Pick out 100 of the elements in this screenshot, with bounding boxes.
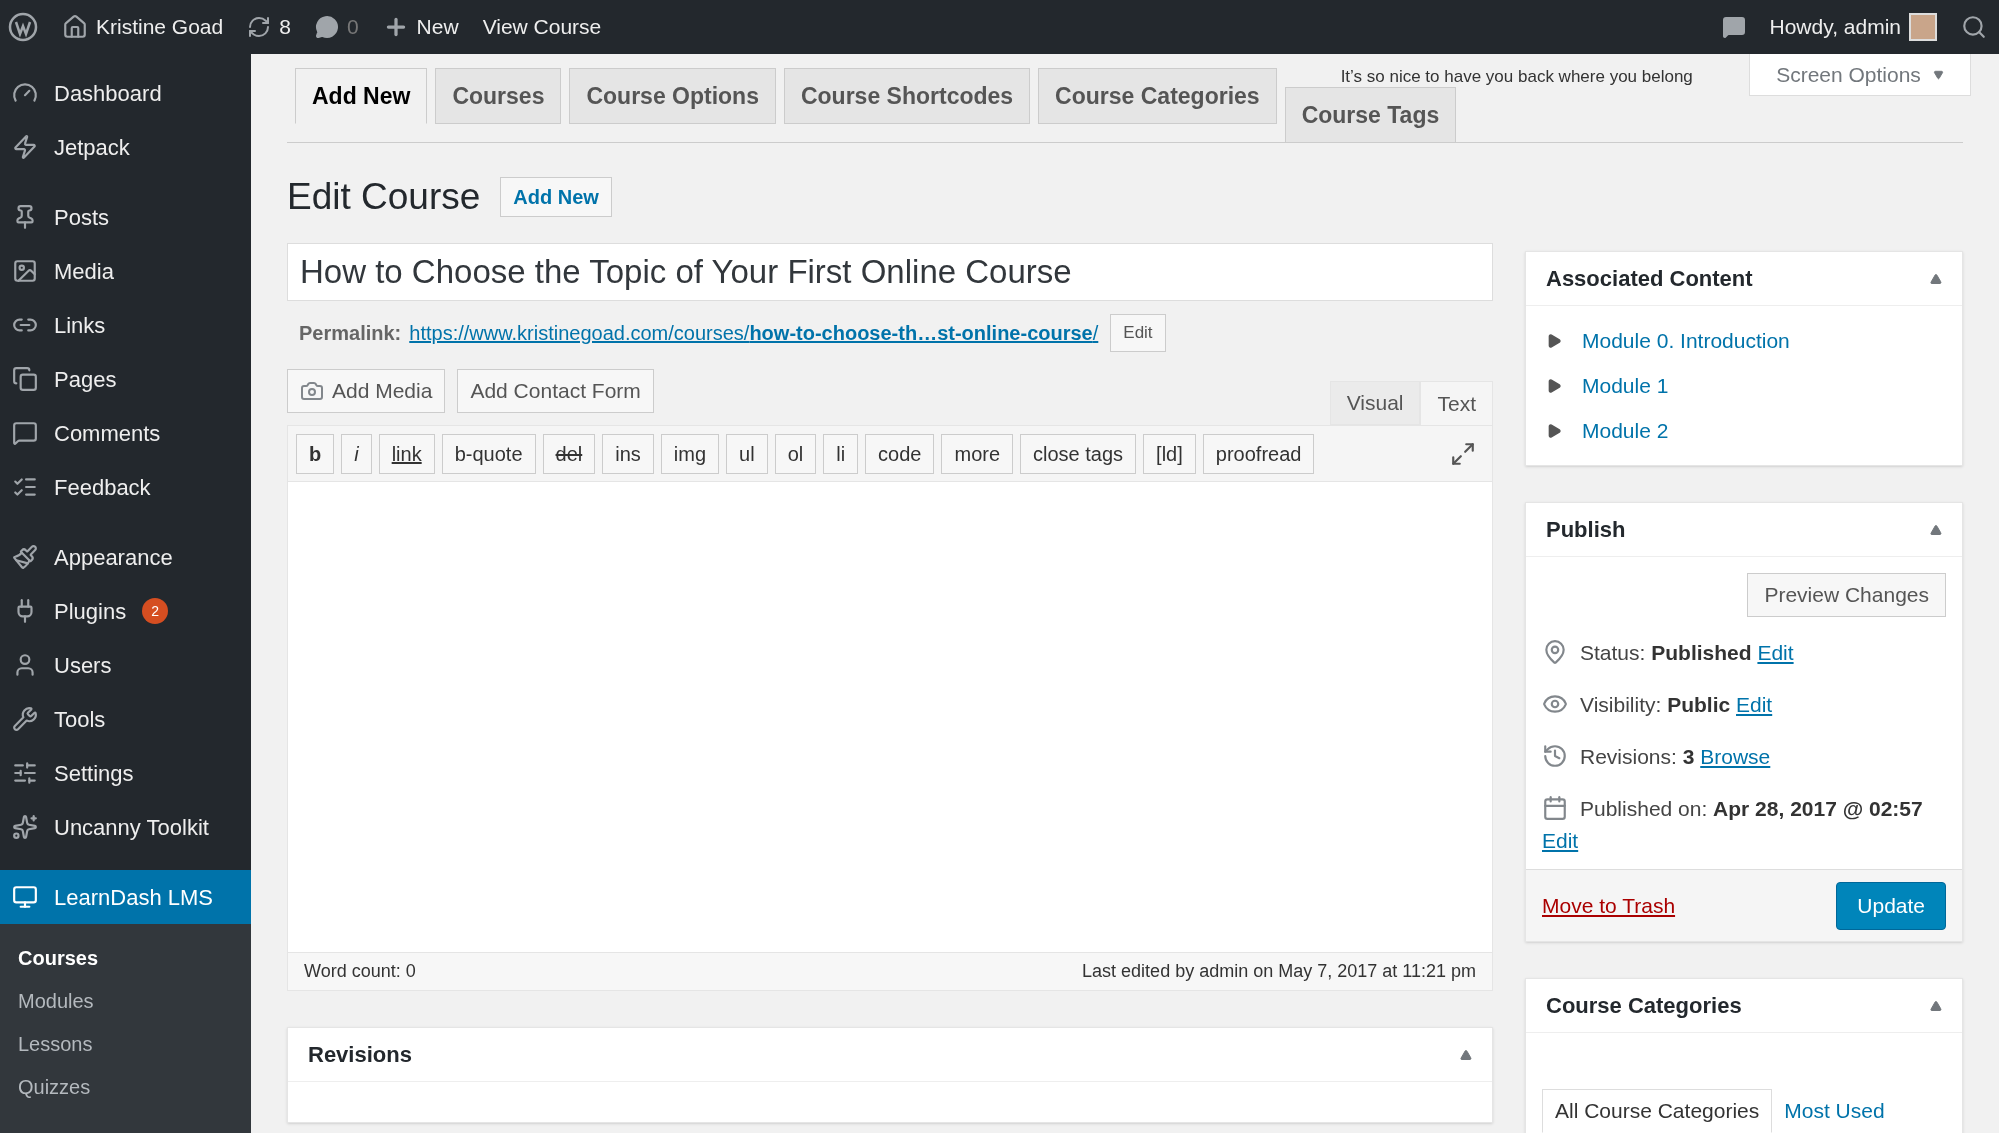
box-title: Revisions xyxy=(308,1041,412,1069)
collapse-arrow-icon[interactable] xyxy=(1930,523,1942,536)
module-link[interactable]: Module 2 xyxy=(1582,414,1669,447)
quicktag-button[interactable]: [ld] xyxy=(1143,433,1196,474)
wrench-icon xyxy=(12,706,38,732)
expand-arrow-icon[interactable] xyxy=(1546,422,1562,439)
media-button[interactable]: Add Media xyxy=(287,369,446,413)
media-icon xyxy=(12,258,38,284)
monitor-icon xyxy=(12,884,38,910)
permalink-label: Permalink: xyxy=(299,321,402,346)
edit-link[interactable]: Edit xyxy=(1736,693,1773,716)
category-tab[interactable]: Most Used xyxy=(1772,1089,1897,1133)
category-tab[interactable]: All Course Categories xyxy=(1542,1089,1773,1133)
menu-item[interactable]: Appearance xyxy=(0,530,251,584)
menu-item[interactable]: LearnDash LMS xyxy=(0,870,251,924)
wordpress-logo-icon[interactable] xyxy=(8,12,38,42)
menu-item[interactable]: Users xyxy=(0,638,251,692)
site-name-link[interactable]: Kristine Goad xyxy=(96,11,224,43)
module-link[interactable]: Module 1 xyxy=(1582,369,1669,402)
menu-item[interactable]: Feedback xyxy=(0,460,251,514)
menu-item[interactable]: Pages xyxy=(0,352,251,406)
publish-info-text: Visibility: Public xyxy=(1580,693,1731,716)
nav-tab[interactable]: Course Categories xyxy=(1038,68,1277,124)
quicktag-button[interactable]: proofread xyxy=(1202,433,1315,474)
expand-arrow-icon[interactable] xyxy=(1546,332,1562,349)
pin-icon xyxy=(1542,639,1568,665)
quicktag-button[interactable]: code xyxy=(865,433,935,474)
quicktag-button[interactable]: img xyxy=(660,433,720,474)
greeting-link[interactable]: Howdy, admin xyxy=(1769,11,1901,43)
permalink-edit-button[interactable]: Edit xyxy=(1110,314,1166,352)
edit-link[interactable]: Browse xyxy=(1700,745,1771,768)
permalink-link[interactable]: https://www.kristinegoad.com/courses/how-to-choose-th…st-online-course/ xyxy=(409,318,1099,348)
search-icon[interactable] xyxy=(1961,14,1987,40)
edit-link[interactable]: Edit xyxy=(1757,641,1794,664)
menu-item[interactable]: Jetpack xyxy=(0,120,251,174)
collapse-arrow-icon[interactable] xyxy=(1930,999,1942,1012)
menu-item[interactable]: Posts xyxy=(0,190,251,244)
camera-icon xyxy=(300,379,324,403)
publish-info-text: Revisions: 3 xyxy=(1580,745,1695,768)
history-icon xyxy=(1542,743,1568,769)
menu-item[interactable]: Media xyxy=(0,244,251,298)
box-title: Publish xyxy=(1546,516,1626,544)
menu-item[interactable]: Settings xyxy=(0,746,251,800)
screen-options-button[interactable]: Screen Options xyxy=(1749,54,1971,96)
submenu-item[interactable]: Lessons xyxy=(0,1022,251,1065)
quicktag-button[interactable]: ins xyxy=(602,433,654,474)
bolt-icon xyxy=(12,134,38,160)
module-link[interactable]: Module 0. Introduction xyxy=(1582,324,1790,357)
page-heading: Edit Course xyxy=(287,175,481,220)
quicktag-button[interactable]: close tags xyxy=(1020,433,1137,474)
nav-tab[interactable]: Courses xyxy=(435,68,562,124)
sparkle-icon xyxy=(12,814,38,840)
quicktag-button[interactable]: b-quote xyxy=(441,433,536,474)
quicktag-button[interactable]: more xyxy=(941,433,1014,474)
add-new-button[interactable]: Add New xyxy=(500,177,612,217)
brush-icon xyxy=(12,544,38,570)
menu-item[interactable]: Tools xyxy=(0,692,251,746)
view-course-link[interactable]: View Course xyxy=(482,11,602,43)
collapse-arrow-icon[interactable] xyxy=(1930,272,1942,285)
menu-item[interactable]: Uncanny Toolkit xyxy=(0,800,251,854)
nav-tab[interactable]: Course Tags xyxy=(1284,87,1457,143)
menu-item[interactable]: Dashboard xyxy=(0,66,251,120)
title-field[interactable]: How to Choose the Topic of Your First Online Course xyxy=(287,243,1493,301)
speech-bubble-icon xyxy=(12,420,38,446)
update-button[interactable]: Update xyxy=(1836,881,1946,930)
move-to-trash-link[interactable]: Move to Trash xyxy=(1542,889,1676,922)
preview-changes-button[interactable]: Preview Changes xyxy=(1747,573,1946,617)
quicktag-button[interactable]: ul xyxy=(726,433,768,474)
nav-tab[interactable]: Course Options xyxy=(569,68,776,124)
notification-icon[interactable] xyxy=(1721,15,1746,39)
quicktag-button[interactable]: li xyxy=(823,433,859,474)
pages-icon xyxy=(12,366,38,392)
comments-icon[interactable] xyxy=(314,15,339,39)
menu-item[interactable]: Links xyxy=(0,298,251,352)
new-link[interactable]: New xyxy=(416,11,459,43)
submenu-item[interactable]: Courses xyxy=(0,936,251,979)
submenu-item[interactable]: Quizzes xyxy=(0,1065,251,1108)
quicktag-button[interactable]: i xyxy=(341,433,372,474)
edit-link[interactable]: Edit xyxy=(1542,829,1579,852)
expand-arrow-icon[interactable] xyxy=(1546,377,1562,394)
quicktag-button[interactable]: ol xyxy=(774,433,817,474)
editor-tab[interactable]: Text xyxy=(1420,381,1493,425)
editor-tab[interactable]: Visual xyxy=(1329,381,1421,425)
submenu-item[interactable]: Modules xyxy=(0,979,251,1022)
collapse-arrow-icon[interactable] xyxy=(1460,1048,1472,1061)
quicktag-button[interactable]: link xyxy=(378,433,435,474)
box-title: Course Categories xyxy=(1546,992,1742,1020)
nav-tab[interactable]: Course Shortcodes xyxy=(783,68,1031,124)
updates-count[interactable]: 8 xyxy=(279,11,291,43)
media-button[interactable]: Add Contact Form xyxy=(457,369,654,413)
quicktag-button[interactable]: b xyxy=(296,433,335,474)
nav-tab[interactable]: Add New xyxy=(295,68,428,124)
notice-text: It’s so nice to have you back where you belong xyxy=(1340,66,1693,87)
menu-item[interactable]: Plugins 2 xyxy=(0,584,251,638)
updates-icon[interactable] xyxy=(247,15,272,39)
home-icon[interactable] xyxy=(62,14,88,40)
quicktag-button[interactable]: del xyxy=(542,433,596,474)
menu-item[interactable]: Comments xyxy=(0,406,251,460)
fullscreen-icon[interactable] xyxy=(1450,440,1476,467)
publish-info-text: Published on: Apr 28, 2017 @ 02:57 xyxy=(1580,797,1923,820)
